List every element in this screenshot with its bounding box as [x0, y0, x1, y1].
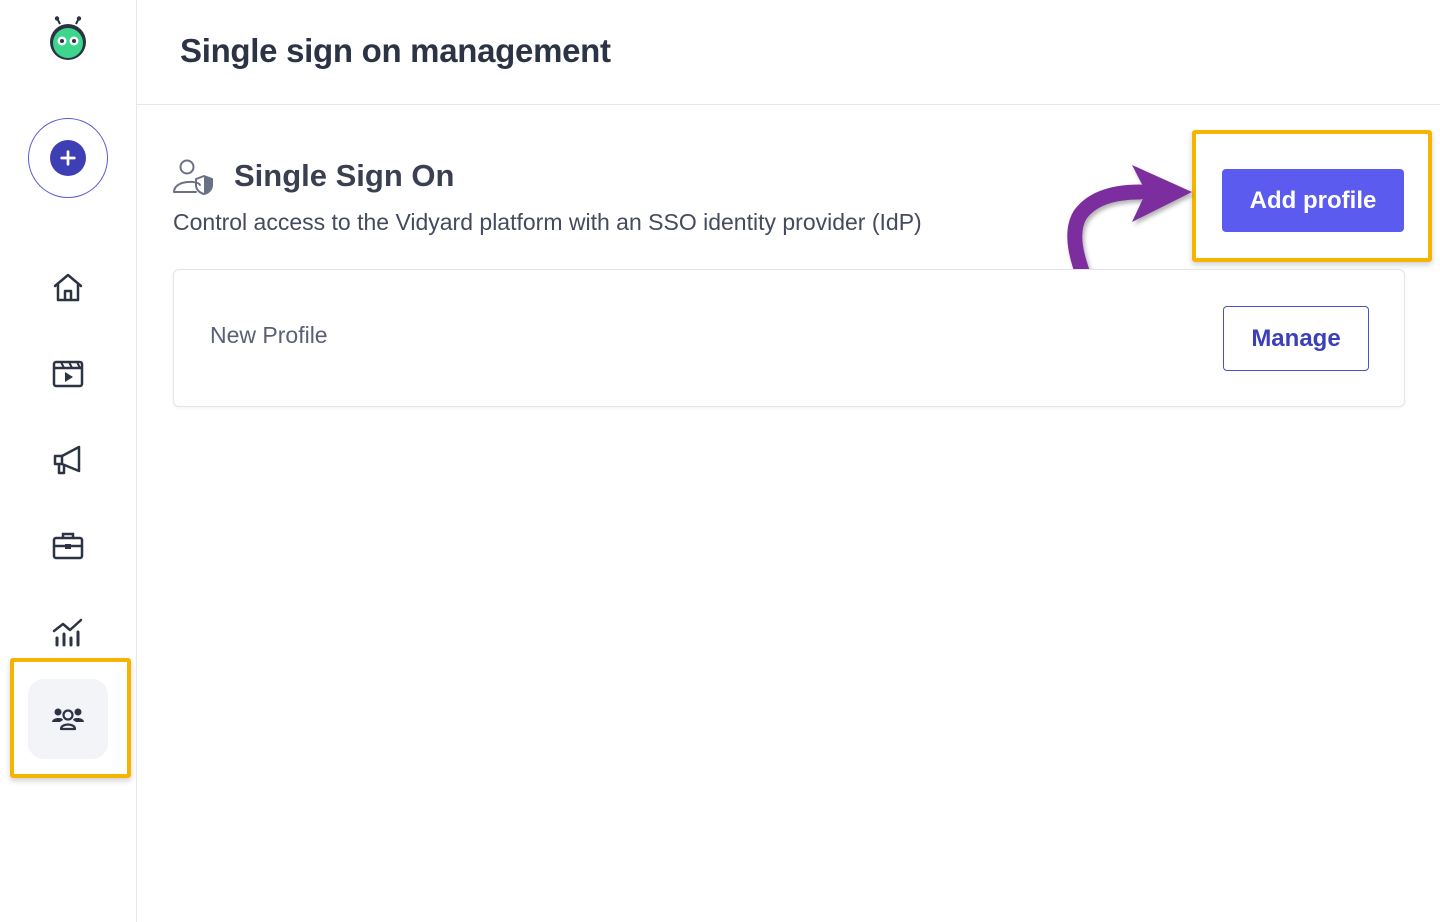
manage-button[interactable]: Manage — [1223, 306, 1369, 371]
sidebar-item-videos[interactable] — [28, 334, 108, 414]
section-description: Control access to the Vidyard platform w… — [173, 209, 922, 235]
sidebar-item-analytics[interactable] — [28, 592, 108, 672]
page-title: Single sign on management — [180, 32, 611, 69]
megaphone-icon — [53, 445, 81, 475]
user-shield-icon — [172, 158, 216, 196]
users-icon — [52, 708, 84, 731]
sidebar — [0, 0, 137, 922]
video-library-icon — [52, 360, 84, 388]
create-button[interactable] — [28, 118, 108, 198]
briefcase-icon — [52, 532, 84, 560]
sidebar-item-campaigns[interactable] — [28, 420, 108, 500]
app-root: Single sign on management Single Sign On… — [0, 0, 1440, 922]
section-title: Single Sign On — [234, 158, 455, 193]
sidebar-item-home[interactable] — [28, 248, 108, 328]
vidyard-robot-logo-icon[interactable] — [46, 16, 90, 62]
profile-card: New Profile Manage — [173, 269, 1405, 407]
sidebar-item-team[interactable] — [28, 679, 108, 759]
sidebar-item-tools[interactable] — [28, 506, 108, 586]
home-icon — [53, 273, 83, 302]
profile-name: New Profile — [210, 322, 328, 348]
add-profile-button[interactable]: Add profile — [1222, 169, 1404, 232]
page-header: Single sign on management — [137, 0, 1440, 105]
analytics-icon — [52, 618, 83, 647]
plus-icon — [50, 140, 86, 176]
